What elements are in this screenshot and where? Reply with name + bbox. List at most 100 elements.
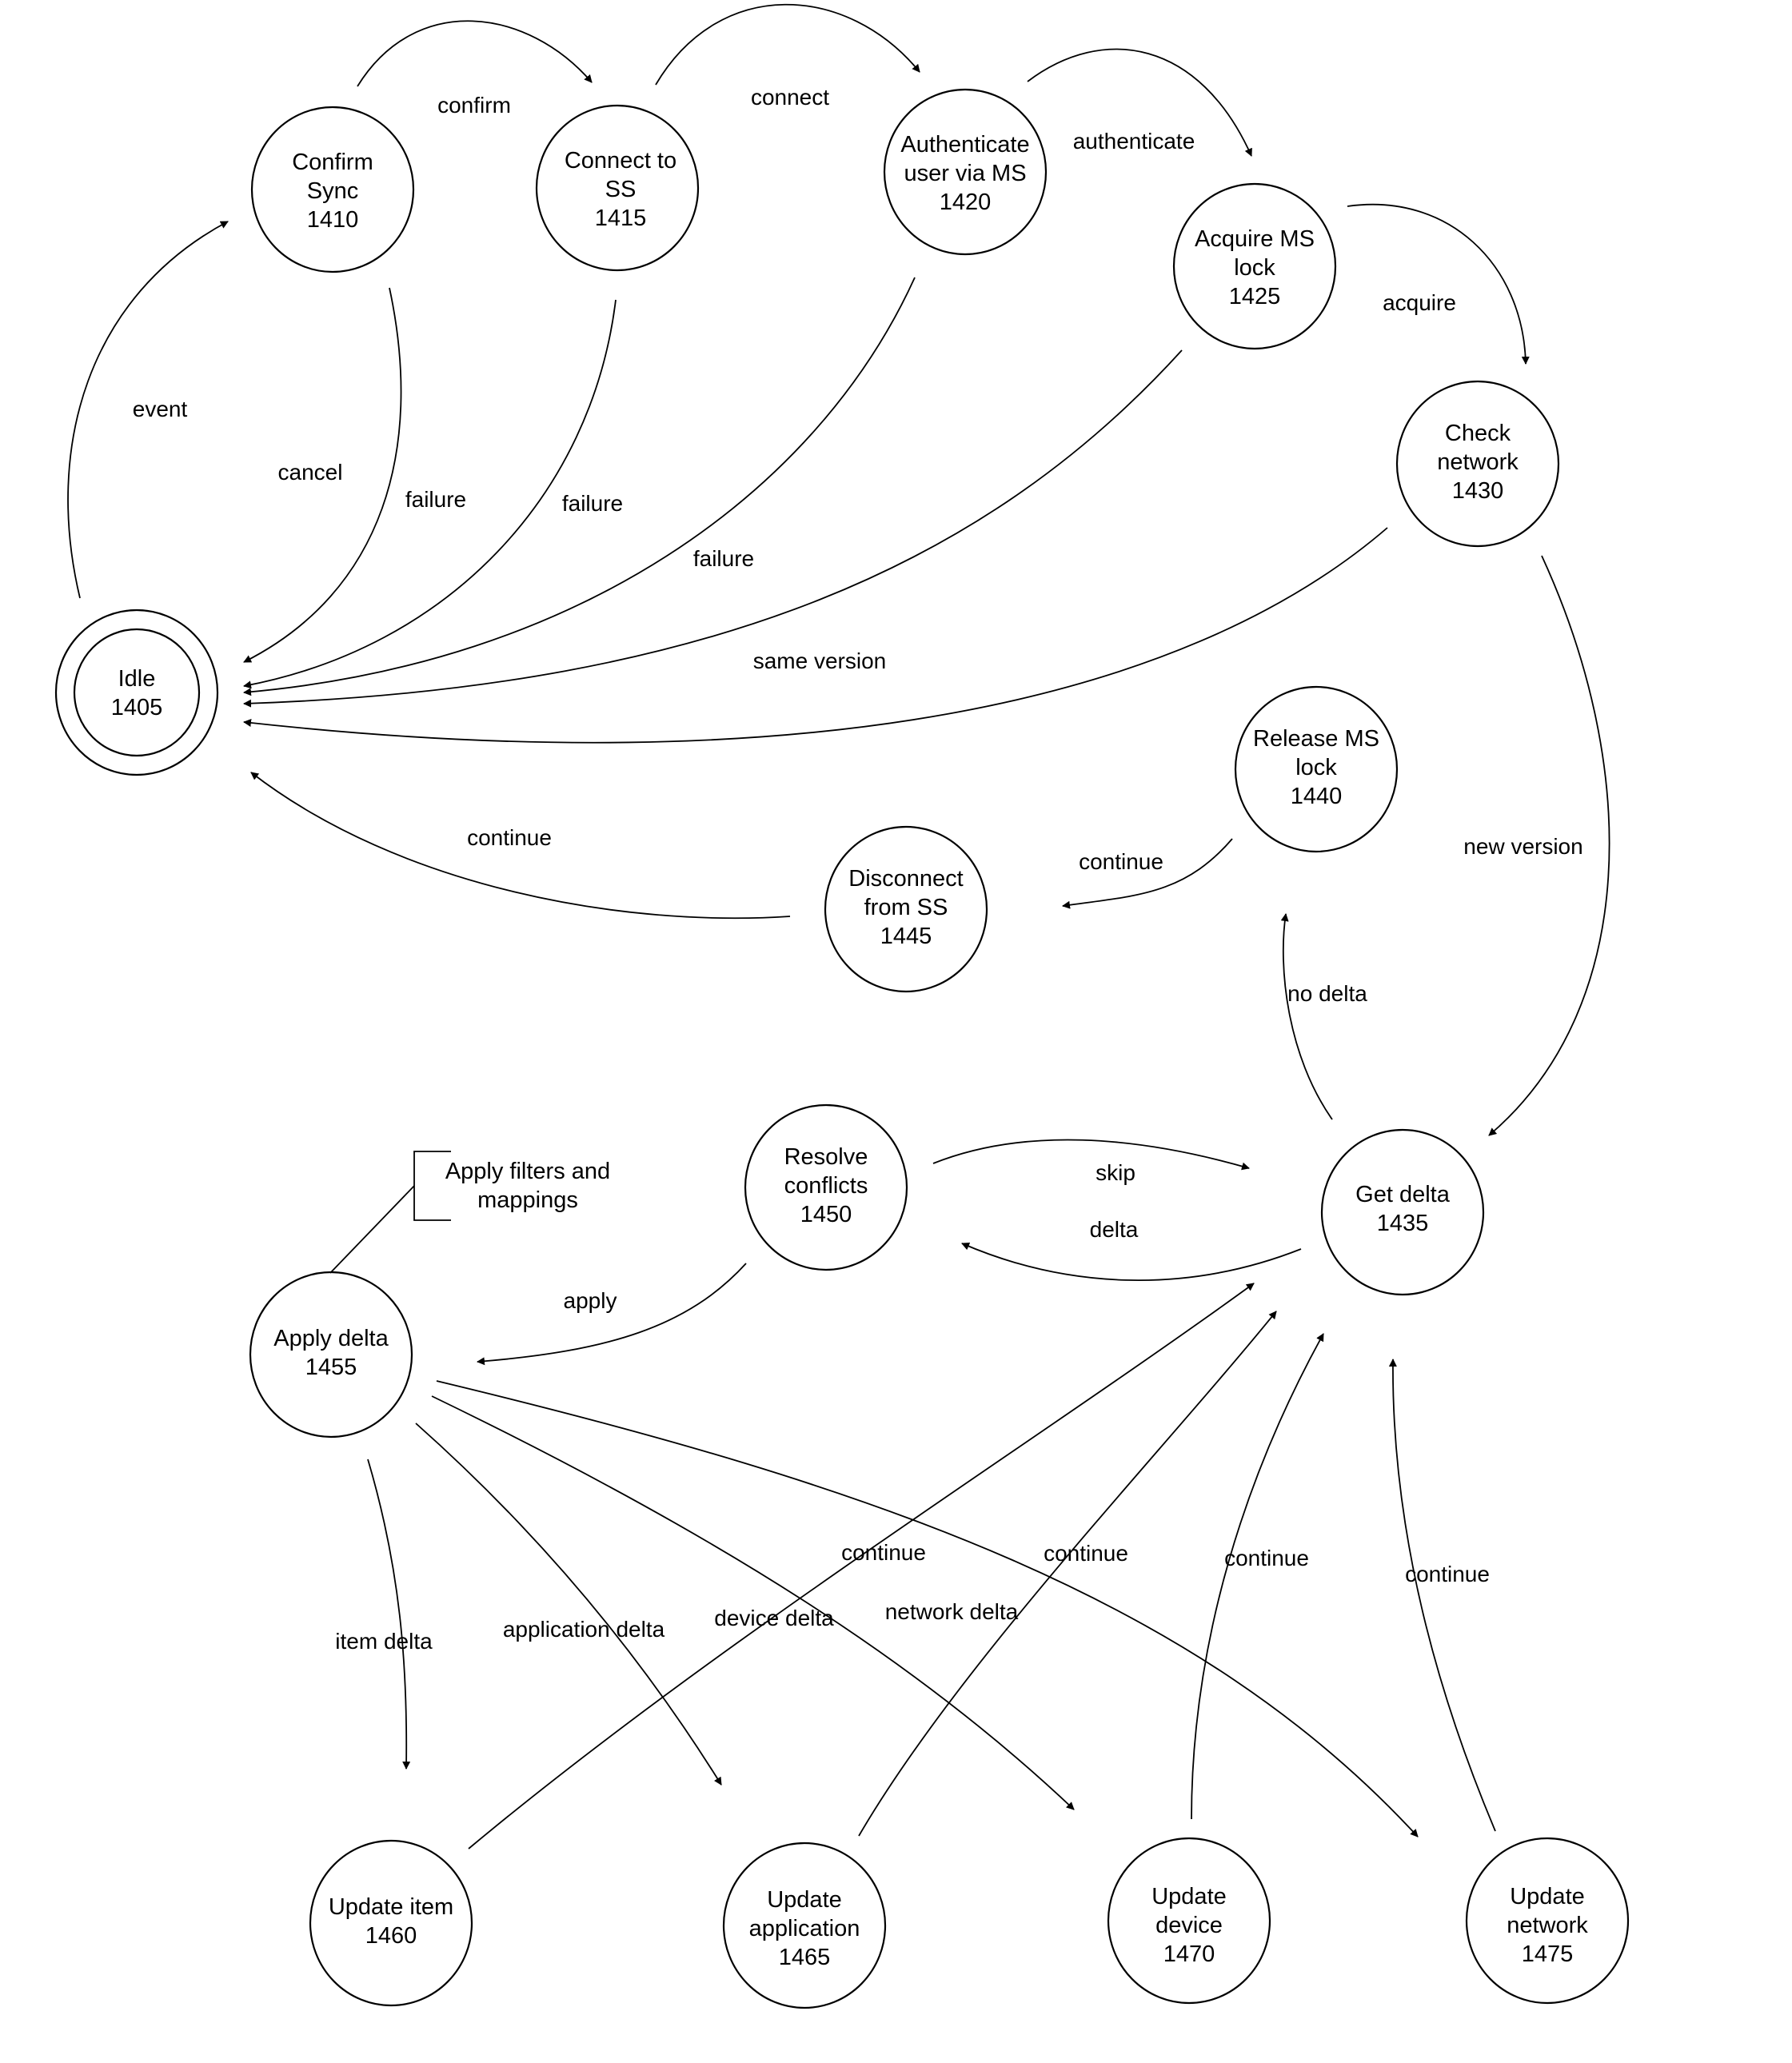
state-number: 1415 <box>595 206 647 231</box>
state-number: 1425 <box>1229 284 1281 309</box>
state-connect-to-ss-1415: Connect to SS 1415 <box>535 104 700 272</box>
edge-continue-1460 <box>468 1283 1255 1850</box>
edge-skip <box>932 1139 1250 1171</box>
edge-connect <box>655 3 920 86</box>
state-name-line1: Check <box>1445 421 1511 446</box>
state-resolve-conflicts-1450: Resolve conflicts 1450 <box>744 1103 908 1271</box>
edge-label-same-version: same version <box>753 648 887 673</box>
state-number: 1410 <box>307 207 359 233</box>
edge-confirm <box>357 20 593 87</box>
state-authenticate-1420: Authenticate user via MS 1420 <box>883 88 1048 256</box>
state-name-line2: network <box>1437 449 1519 475</box>
edge-label-acquire: acquire <box>1383 290 1456 315</box>
state-name-line1: Disconnect <box>848 866 963 892</box>
state-number: 1405 <box>111 695 163 720</box>
state-acquire-ms-lock-1425: Acquire MS lock 1425 <box>1172 182 1337 350</box>
state-disconnect-1445: Disconnect from SS 1445 <box>824 825 988 993</box>
edge-label-item-delta: item delta <box>335 1629 433 1654</box>
state-update-network-1475: Update network 1475 <box>1465 1837 1630 2005</box>
edge-label-continue-1465: continue <box>1044 1541 1128 1566</box>
state-name-line2: user via MS <box>904 161 1026 186</box>
state-name-line2: device <box>1155 1913 1223 1938</box>
state-name: Update item <box>329 1894 453 1920</box>
state-apply-delta-1455: Apply delta 1455 <box>249 1271 413 1439</box>
edge-failure-1420 <box>243 277 916 696</box>
edge-label-apply: apply <box>564 1288 617 1313</box>
edge-label-connect: connect <box>751 85 829 110</box>
state-number: 1440 <box>1291 784 1343 809</box>
edge-no-delta <box>1280 913 1333 1120</box>
edge-label-delta: delta <box>1090 1217 1139 1242</box>
state-name-line2: lock <box>1295 755 1337 780</box>
state-name-line1: Update <box>767 1887 842 1913</box>
state-name-line1: Update <box>1510 1884 1585 1909</box>
state-number: 1470 <box>1163 1941 1215 1967</box>
annotation-apply-filters: Apply filters and mappings <box>329 1151 610 1274</box>
edge-label-new-version: new version <box>1463 834 1582 859</box>
state-number: 1430 <box>1452 478 1504 504</box>
state-name-line1: Acquire MS <box>1195 226 1315 252</box>
edge-label-event: event <box>133 397 188 421</box>
edge-label-authenticate: authenticate <box>1073 129 1195 154</box>
edge-continue-1475 <box>1388 1359 1496 1832</box>
state-name-line2: Sync <box>307 178 358 204</box>
state-name: Idle <box>118 666 156 692</box>
edge-label-continue-1460: continue <box>841 1540 926 1565</box>
edge-acquire <box>1347 203 1530 365</box>
edge-label-skip: skip <box>1096 1160 1135 1185</box>
edge-continue-1465 <box>858 1311 1277 1837</box>
state-update-item-1460: Update item 1460 <box>309 1839 473 2007</box>
state-inner-ring <box>73 628 201 757</box>
edge-label-application-delta: application delta <box>503 1617 665 1642</box>
state-name-line2: SS <box>605 177 637 202</box>
edge-label-failure-1415: failure <box>405 487 466 512</box>
state-diagram: marker#arrow path { } Idle 1405 Confirm … <box>54 3 1630 2009</box>
state-name-line2: lock <box>1234 255 1275 281</box>
state-name-line2: conflicts <box>784 1173 868 1199</box>
edge-label-continue-1445: continue <box>467 825 552 850</box>
edge-application-delta <box>415 1423 722 1786</box>
edge-item-delta <box>367 1458 411 1770</box>
state-confirm-sync-1410: Confirm Sync 1410 <box>250 106 415 273</box>
state-release-ms-lock-1440: Release MS lock 1440 <box>1234 685 1399 853</box>
annotation-line2: mappings <box>477 1187 578 1213</box>
state-number: 1460 <box>365 1923 417 1949</box>
state-number: 1475 <box>1522 1941 1574 1967</box>
state-number: 1450 <box>800 1202 852 1227</box>
edge-same-version <box>243 527 1388 744</box>
state-name-line1: Update <box>1151 1884 1227 1909</box>
state-number: 1420 <box>940 190 992 215</box>
state-update-device-1470: Update device 1470 <box>1107 1837 1271 2005</box>
state-name-line1: Confirm <box>292 150 373 175</box>
edge-label-confirm: confirm <box>437 93 511 118</box>
edge-label-no-delta: no delta <box>1287 981 1367 1006</box>
state-outer-ring <box>54 609 219 776</box>
edge-label-continue-1440: continue <box>1079 849 1163 874</box>
state-check-network-1430: Check network 1430 <box>1395 380 1560 548</box>
edge-label-continue-1470: continue <box>1224 1546 1309 1570</box>
edge-label-continue-1475: continue <box>1405 1562 1490 1586</box>
state-number: 1455 <box>305 1355 357 1380</box>
annotation-line1: Apply filters and <box>445 1159 610 1184</box>
edge-continue-1470 <box>1191 1333 1324 1820</box>
edge-failure-1425 <box>243 349 1183 708</box>
annotation-connector <box>329 1185 415 1274</box>
state-name-line2: application <box>749 1916 860 1941</box>
edge-label-failure-1420: failure <box>562 491 623 516</box>
state-name-line1: Resolve <box>784 1144 868 1170</box>
state-name: Apply delta <box>273 1326 389 1351</box>
state-name-line2: from SS <box>864 895 948 920</box>
state-name-line2: network <box>1507 1913 1588 1938</box>
state-number: 1445 <box>880 924 932 949</box>
state-name: Get delta <box>1355 1182 1451 1207</box>
state-update-application-1465: Update application 1465 <box>722 1842 887 2009</box>
state-get-delta-1435: Get delta 1435 <box>1320 1128 1485 1296</box>
edge-label-network-delta: network delta <box>885 1599 1019 1624</box>
edge-label-cancel: cancel <box>278 460 343 485</box>
state-number: 1465 <box>779 1945 831 1970</box>
edge-label-device-delta: device delta <box>714 1606 834 1630</box>
state-number: 1435 <box>1377 1211 1429 1236</box>
state-name-line1: Connect to <box>565 148 676 174</box>
state-name-line1: Release MS <box>1253 726 1379 752</box>
state-idle-1405: Idle 1405 <box>54 609 219 776</box>
